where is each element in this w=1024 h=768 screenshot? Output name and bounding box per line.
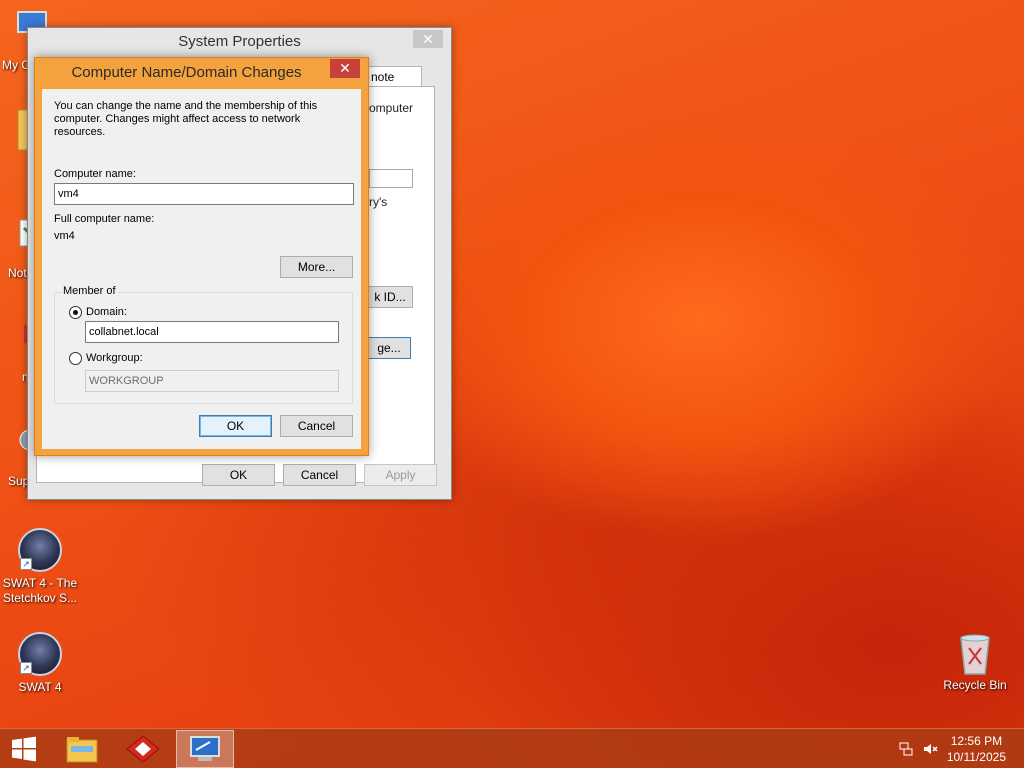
taskbar: 12:56 PM 10/11/2025	[0, 728, 1024, 768]
app-icon-red-diamond	[126, 735, 160, 763]
windows-start-icon	[12, 736, 36, 762]
shortcut-arrow-icon: ↗	[20, 558, 32, 570]
member-of-group: Member of Domain: collabnet.local Workgr…	[54, 285, 353, 404]
workgroup-label: Workgroup:	[86, 352, 143, 364]
clock-time: 12:56 PM	[950, 734, 1003, 748]
volume-muted-icon[interactable]	[922, 741, 938, 757]
dialog-ok-button[interactable]: OK	[199, 415, 272, 437]
desktop-icon-label: Recycle Bin	[943, 678, 1007, 692]
ok-button[interactable]: OK	[202, 464, 275, 486]
recycle-bin-icon	[953, 630, 997, 675]
system-properties-title: System Properties	[178, 33, 301, 50]
domain-input[interactable]: collabnet.local	[85, 321, 339, 343]
computer-name-input[interactable]: vm4	[54, 183, 354, 205]
domain-radio[interactable]	[69, 306, 82, 319]
ys-text-fragment: ry's	[369, 195, 388, 209]
dialog-description: You can change the name and the membersh…	[54, 100, 318, 138]
network-icon[interactable]	[898, 741, 914, 757]
taskbar-file-explorer[interactable]	[54, 730, 110, 768]
computer-name-dialog: Computer Name/Domain Changes ✕ You can c…	[34, 57, 369, 456]
file-explorer-icon	[66, 737, 98, 763]
taskbar-system-properties[interactable]	[176, 730, 234, 768]
workgroup-input[interactable]: WORKGROUP	[85, 370, 339, 392]
dialog-body: You can change the name and the membersh…	[42, 89, 361, 449]
swat4-game-icon: ↗	[18, 528, 62, 572]
tab-remote[interactable]: note	[364, 66, 422, 87]
shortcut-arrow-icon: ↗	[20, 662, 32, 674]
desktop-icon-label: Not	[8, 266, 27, 280]
start-button[interactable]	[0, 730, 48, 768]
close-icon: ✕	[339, 60, 351, 76]
dialog-cancel-button[interactable]: Cancel	[280, 415, 353, 437]
computer-name-label: Computer name:	[54, 168, 136, 180]
desktop-icon-label: My C	[2, 58, 30, 72]
dialog-close-button[interactable]: ✕	[330, 59, 360, 78]
apply-button[interactable]: Apply	[364, 464, 437, 486]
close-button[interactable]: ✕	[413, 30, 443, 48]
description-input-fragment[interactable]	[369, 169, 413, 188]
clock-date: 10/11/2025	[946, 750, 1006, 764]
member-of-label: Member of	[61, 285, 118, 297]
domain-label: Domain:	[86, 306, 127, 318]
close-icon: ✕	[422, 31, 434, 47]
desktop-icon-swat4[interactable]: ↗ SWAT 4	[0, 632, 80, 695]
full-computer-name-label: Full computer name:	[54, 213, 155, 225]
taskbar-clock[interactable]: 12:56 PM 10/11/2025	[947, 733, 1006, 765]
change-button[interactable]: ge...	[367, 337, 411, 359]
full-computer-name-value: vm4	[54, 230, 75, 242]
network-id-button[interactable]: k ID...	[367, 286, 413, 308]
desktop-icon-label: SWAT 4 - The Stetchkov S...	[2, 576, 78, 605]
desktop-icon-recycle-bin[interactable]: Recycle Bin	[935, 630, 1015, 693]
dialog-title: Computer Name/Domain Changes	[71, 64, 302, 81]
workgroup-radio[interactable]	[69, 352, 82, 365]
desktop-icon-swat4-stetchkov[interactable]: ↗ SWAT 4 - The Stetchkov S...	[0, 528, 80, 606]
cancel-button[interactable]: Cancel	[283, 464, 356, 486]
more-button[interactable]: More...	[280, 256, 353, 278]
taskbar-app[interactable]	[115, 730, 171, 768]
system-properties-icon	[190, 736, 220, 761]
swat4-game-icon: ↗	[18, 632, 62, 676]
computer-text-fragment: omputer	[369, 101, 414, 115]
desktop-icon-label: SWAT 4	[18, 680, 62, 694]
